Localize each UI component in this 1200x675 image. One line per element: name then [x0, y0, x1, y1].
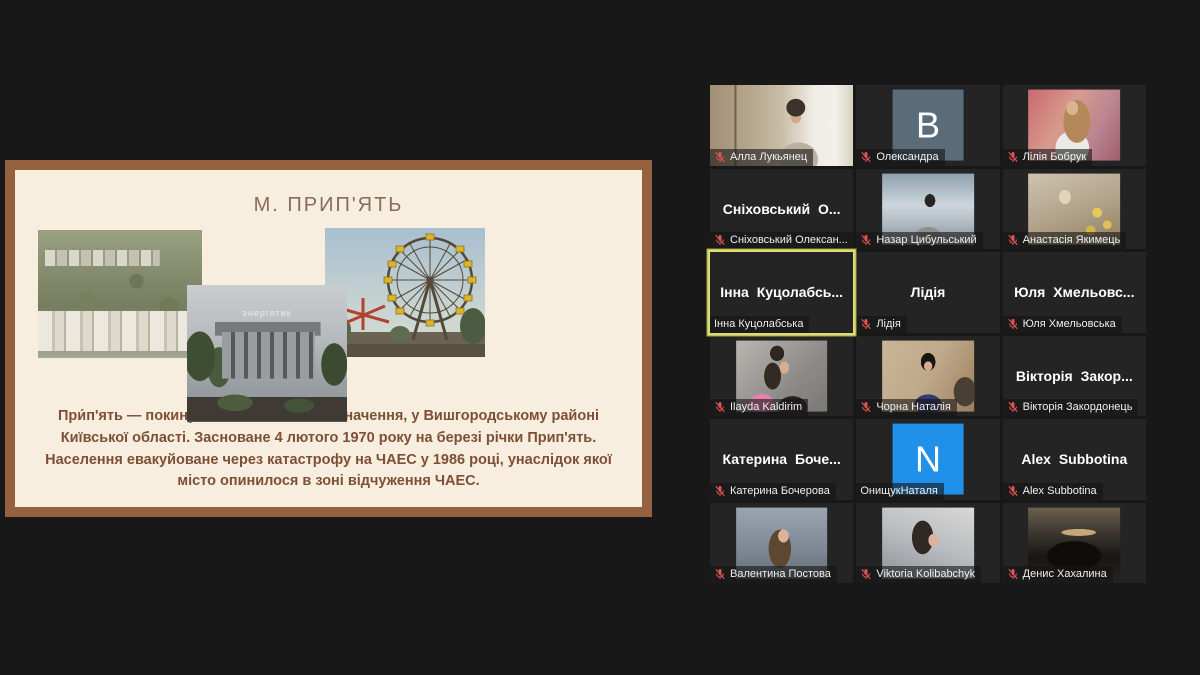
participant-name-label: Alex Subbotina: [1023, 485, 1097, 497]
participant-nameplate: Назар Цибульський: [856, 232, 982, 249]
pripyat-aerial-photo: [38, 230, 202, 358]
participant-tile[interactable]: Viktoria Kolibabchyk: [856, 503, 999, 584]
participant-tile[interactable]: Денис Хахалина: [1003, 503, 1146, 584]
participant-tile[interactable]: Вікторія Закор... Вікторія Закордонець: [1003, 336, 1146, 417]
muted-mic-icon: [860, 568, 872, 580]
participant-tile[interactable]: Лідія Лідія: [856, 252, 999, 333]
participant-name-label: Алла Лукьянец: [730, 151, 807, 163]
participant-nameplate: Вікторія Закордонець: [1003, 399, 1139, 416]
participant-tile[interactable]: Чорна Наталія: [856, 336, 999, 417]
participant-nameplate: Алла Лукьянец: [710, 149, 813, 166]
participant-name-label: Вікторія Закордонець: [1023, 401, 1133, 413]
participant-tile[interactable]: Сніховський О... Сніховський Олексан...: [710, 169, 853, 250]
muted-mic-icon: [1007, 318, 1019, 330]
participant-nameplate: Ilayda Kaldirim: [710, 399, 808, 416]
participant-name-label: Денис Хахалина: [1023, 568, 1107, 580]
presentation-slide: М. ПРИП'ЯТЬ: [5, 160, 652, 517]
participant-nameplate: Лідія: [856, 316, 906, 333]
participant-nameplate: Лілія Бобрук: [1003, 149, 1092, 166]
participant-tile[interactable]: Алла Лукьянец: [710, 85, 853, 166]
muted-mic-icon: [714, 485, 726, 497]
participant-name-label: Лілія Бобрук: [1023, 151, 1086, 163]
participants-grid: Алла Лукьянец B Олександра Лілія: [710, 85, 1146, 583]
slide-title: М. ПРИП'ЯТЬ: [15, 194, 642, 217]
participant-name-label: Viktoria Kolibabchyk: [876, 568, 975, 580]
participant-tile[interactable]: Валентина Постова: [710, 503, 853, 584]
muted-mic-icon: [714, 234, 726, 246]
participant-tile[interactable]: Інна Куцолабсь... Інна Куцолабська: [710, 252, 853, 333]
muted-mic-icon: [860, 318, 872, 330]
participant-nameplate: Чорна Наталія: [856, 399, 957, 416]
muted-mic-icon: [1007, 485, 1019, 497]
participant-name-label: Лідія: [876, 318, 900, 330]
participant-tile[interactable]: Катерина Боче... Катерина Бочерова: [710, 419, 853, 500]
participant-name-label: ОнищукНаталя: [860, 485, 938, 497]
participant-tile[interactable]: Лілія Бобрук: [1003, 85, 1146, 166]
participant-tile[interactable]: Ilayda Kaldirim: [710, 336, 853, 417]
participant-nameplate: Анастасія Якимець: [1003, 232, 1127, 249]
participant-nameplate: Інна Куцолабська: [710, 316, 809, 333]
participant-name-label: Валентина Постова: [730, 568, 831, 580]
ferris-wheel-photo: [325, 228, 485, 357]
muted-mic-icon: [1007, 401, 1019, 413]
participant-name-label: Олександра: [876, 151, 938, 163]
participant-tile[interactable]: Назар Цибульський: [856, 169, 999, 250]
participant-tile[interactable]: Alex Subbotina Alex Subbotina: [1003, 419, 1146, 500]
participant-nameplate: Денис Хахалина: [1003, 566, 1113, 583]
participant-nameplate: Юля Хмельовська: [1003, 316, 1122, 333]
muted-mic-icon: [860, 234, 872, 246]
muted-mic-icon: [1007, 234, 1019, 246]
participant-tile[interactable]: N ОнищукНаталя: [856, 419, 999, 500]
muted-mic-icon: [860, 151, 872, 163]
participant-nameplate: Сніховський Олексан...: [710, 232, 853, 249]
participant-nameplate: ОнищукНаталя: [856, 483, 944, 500]
participant-name-label: Чорна Наталія: [876, 401, 951, 413]
muted-mic-icon: [714, 151, 726, 163]
participant-name-label: Анастасія Якимець: [1023, 234, 1121, 246]
participant-nameplate: Валентина Постова: [710, 566, 837, 583]
muted-mic-icon: [714, 401, 726, 413]
energetik-sign-text: энергетик: [242, 308, 291, 318]
muted-mic-icon: [1007, 568, 1019, 580]
participant-name-label: Назар Цибульський: [876, 234, 976, 246]
participant-name-label: Сніховський Олексан...: [730, 234, 848, 246]
participant-name-label: Ilayda Kaldirim: [730, 401, 802, 413]
muted-mic-icon: [1007, 151, 1019, 163]
participant-name-label: Інна Куцолабська: [714, 318, 803, 330]
muted-mic-icon: [860, 401, 872, 413]
muted-mic-icon: [714, 568, 726, 580]
participant-nameplate: Катерина Бочерова: [710, 483, 836, 500]
participant-nameplate: Олександра: [856, 149, 944, 166]
participant-tile[interactable]: B Олександра: [856, 85, 999, 166]
ferris-wheel-illustration: [325, 228, 485, 357]
participant-name-label: Юля Хмельовська: [1023, 318, 1116, 330]
participant-tile[interactable]: Анастасія Якимець: [1003, 169, 1146, 250]
participant-nameplate: Viktoria Kolibabchyk: [856, 566, 981, 583]
participant-name-label: Катерина Бочерова: [730, 485, 830, 497]
participant-tile[interactable]: Юля Хмельовс... Юля Хмельовська: [1003, 252, 1146, 333]
energetik-building-photo: энергетик: [187, 285, 347, 422]
participant-nameplate: Alex Subbotina: [1003, 483, 1103, 500]
meeting-window: М. ПРИП'ЯТЬ: [0, 0, 1200, 675]
